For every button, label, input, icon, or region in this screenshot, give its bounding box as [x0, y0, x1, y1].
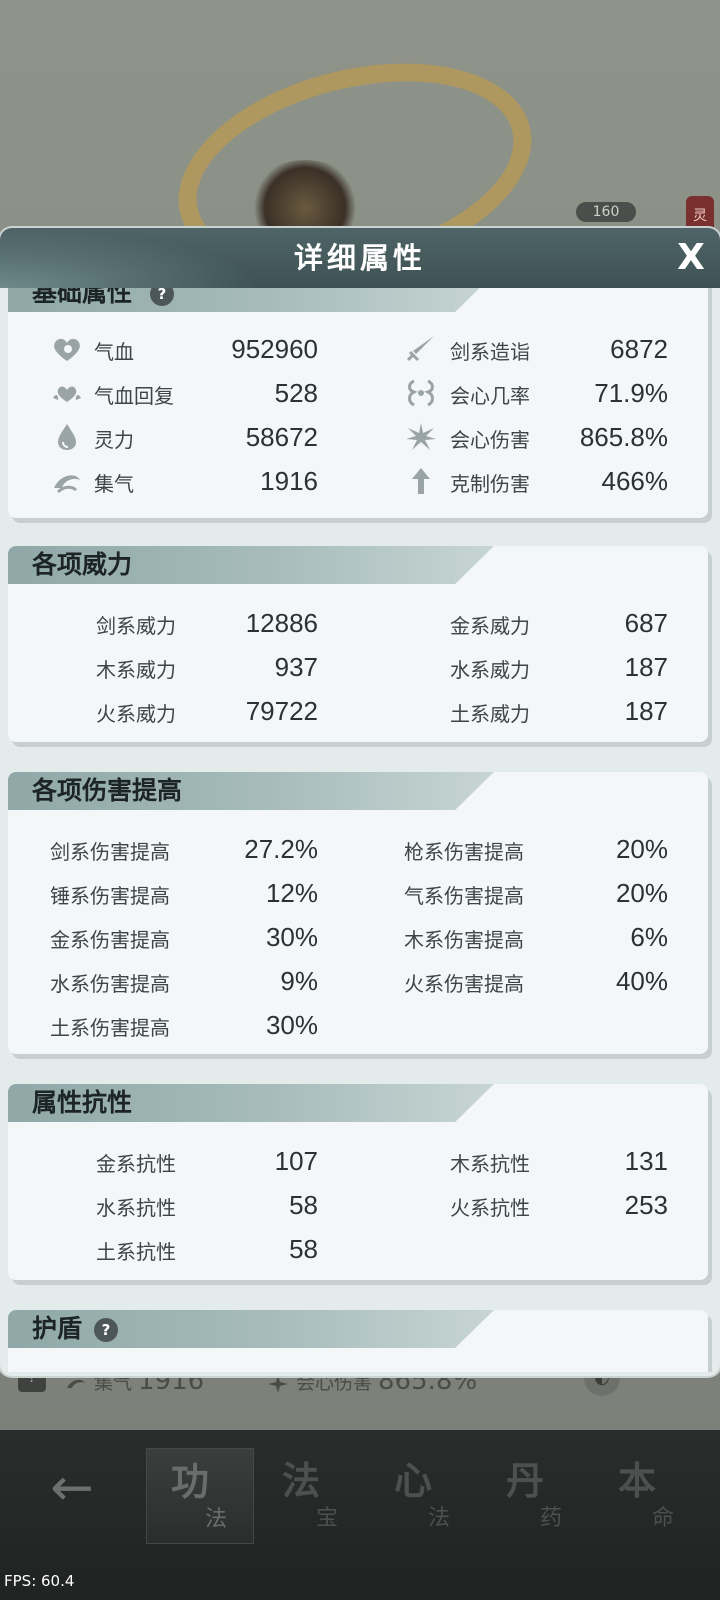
- stat-value: 187: [624, 696, 668, 726]
- bottom-nav: ← 功 法 法 宝 心 法 丹 药 本 命: [0, 1430, 720, 1600]
- modal-title: 详细属性: [293, 241, 426, 275]
- stat-value: 107: [274, 1146, 318, 1176]
- stat-label: 土系抗性: [96, 1240, 176, 1264]
- heart-icon: [50, 334, 84, 364]
- crit-rate-icon: [404, 378, 438, 408]
- stat-label: 木系威力: [96, 658, 176, 682]
- stat-label: 火系伤害提高: [404, 972, 524, 996]
- stat-value: 71.9%: [594, 378, 668, 408]
- modal-scroll-body[interactable]: 基础属性 ? 气血 952960 气血回复 528 灵力 58672 集气 19…: [0, 288, 720, 1372]
- stat-label: 剑系造诣: [450, 340, 530, 364]
- stat-value: 12%: [265, 878, 318, 908]
- section-basic-attributes: 基础属性 ? 气血 952960 气血回复 528 灵力 58672 集气 19…: [8, 288, 708, 518]
- detail-attributes-modal: 详细属性 X 基础属性 ? 气血 952960 气血回复 528 灵力 5867…: [0, 228, 720, 1376]
- help-icon[interactable]: ?: [94, 1318, 118, 1342]
- stat-label: 灵力: [94, 428, 134, 452]
- tab-danyao[interactable]: 丹 药: [482, 1448, 590, 1544]
- stat-label: 气系伤害提高: [404, 884, 524, 908]
- stat-value: 865.8%: [579, 422, 668, 452]
- stat-label: 水系抗性: [96, 1196, 176, 1220]
- sword-icon: [404, 334, 438, 364]
- stat-value: 20%: [615, 878, 668, 908]
- stat-label: 水系伤害提高: [50, 972, 170, 996]
- tab-fabao[interactable]: 法 宝: [258, 1448, 366, 1544]
- stat-label: 土系威力: [450, 702, 530, 726]
- stat-label: 土系伤害提高: [50, 1016, 170, 1040]
- stat-value: 58672: [245, 422, 318, 452]
- stat-label: 集气: [94, 472, 134, 496]
- stat-label: 火系威力: [96, 702, 176, 726]
- stat-label: 金系伤害提高: [50, 928, 170, 952]
- section-title: 护盾: [32, 1314, 83, 1343]
- stat-label: 木系伤害提高: [404, 928, 524, 952]
- stat-label: 会心伤害: [450, 428, 530, 452]
- section-resistances: 属性抗性 金系抗性 107 水系抗性 58 土系抗性 58 木系抗性 131 火…: [8, 1084, 708, 1280]
- stat-label: 金系抗性: [96, 1152, 176, 1176]
- modal-header: 详细属性 X: [0, 228, 720, 288]
- stat-value: 30%: [265, 922, 318, 952]
- stat-value: 9%: [280, 966, 318, 996]
- swirl-icon: [50, 466, 84, 496]
- tab-benming[interactable]: 本 命: [594, 1448, 702, 1544]
- fps-counter: FPS: 60.4: [4, 1572, 75, 1590]
- drop-icon: [50, 422, 84, 452]
- stat-value: 187: [624, 652, 668, 682]
- stat-label: 气血回复: [94, 384, 174, 408]
- tab-xinfa[interactable]: 心 法: [370, 1448, 478, 1544]
- stat-label: 剑系伤害提高: [50, 840, 170, 864]
- stat-value: 952960: [231, 334, 318, 364]
- stat-value: 466%: [601, 466, 669, 496]
- stat-value: 1916: [260, 466, 318, 496]
- stat-label: 金系威力: [450, 614, 530, 638]
- section-damage-increase: 各项伤害提高 剑系伤害提高 27.2% 锤系伤害提高 12% 金系伤害提高 30…: [8, 772, 708, 1054]
- stat-label: 克制伤害: [450, 472, 530, 496]
- section-title: 各项伤害提高: [32, 776, 183, 805]
- section-power: 各项威力 剑系威力 12886 木系威力 937 火系威力 79722 金系威力…: [8, 546, 708, 742]
- heart-regen-icon: [50, 378, 84, 408]
- stat-label: 火系抗性: [450, 1196, 530, 1220]
- section-title: 各项威力: [32, 550, 133, 579]
- arrow-up-icon: [404, 466, 438, 496]
- stat-value: 528: [274, 378, 318, 408]
- stat-label: 气血: [94, 340, 134, 364]
- stat-value: 6872: [610, 334, 668, 364]
- stat-value: 30%: [265, 1010, 318, 1040]
- stat-label: 会心几率: [450, 384, 530, 408]
- burst-icon: [404, 422, 438, 452]
- tab-gongfa[interactable]: 功 法: [146, 1448, 254, 1544]
- stat-value: 58: [289, 1190, 318, 1220]
- stat-value: 6%: [630, 922, 668, 952]
- stat-label: 剑系威力: [96, 614, 176, 638]
- stat-label: 锤系伤害提高: [50, 884, 170, 908]
- stat-value: 58: [289, 1234, 318, 1264]
- back-arrow-icon[interactable]: ←: [28, 1458, 116, 1518]
- stat-value: 79722: [245, 696, 318, 726]
- section-shield: 护盾 ?: [8, 1310, 708, 1372]
- background-level-badge: 160: [576, 202, 636, 222]
- stat-label: 水系威力: [450, 658, 530, 682]
- stat-label: 枪系伤害提高: [404, 840, 524, 864]
- stat-value: 131: [624, 1146, 668, 1176]
- stat-value: 12886: [245, 608, 318, 638]
- stat-value: 253: [624, 1190, 668, 1220]
- stat-value: 40%: [615, 966, 668, 996]
- stat-value: 937: [274, 652, 318, 682]
- stat-value: 687: [624, 608, 668, 638]
- close-button[interactable]: X: [670, 236, 712, 280]
- section-title: 基础属性: [32, 288, 133, 307]
- section-title: 属性抗性: [32, 1088, 133, 1117]
- stat-value: 20%: [615, 834, 668, 864]
- stat-label: 木系抗性: [450, 1152, 530, 1176]
- stat-value: 27.2%: [244, 834, 318, 864]
